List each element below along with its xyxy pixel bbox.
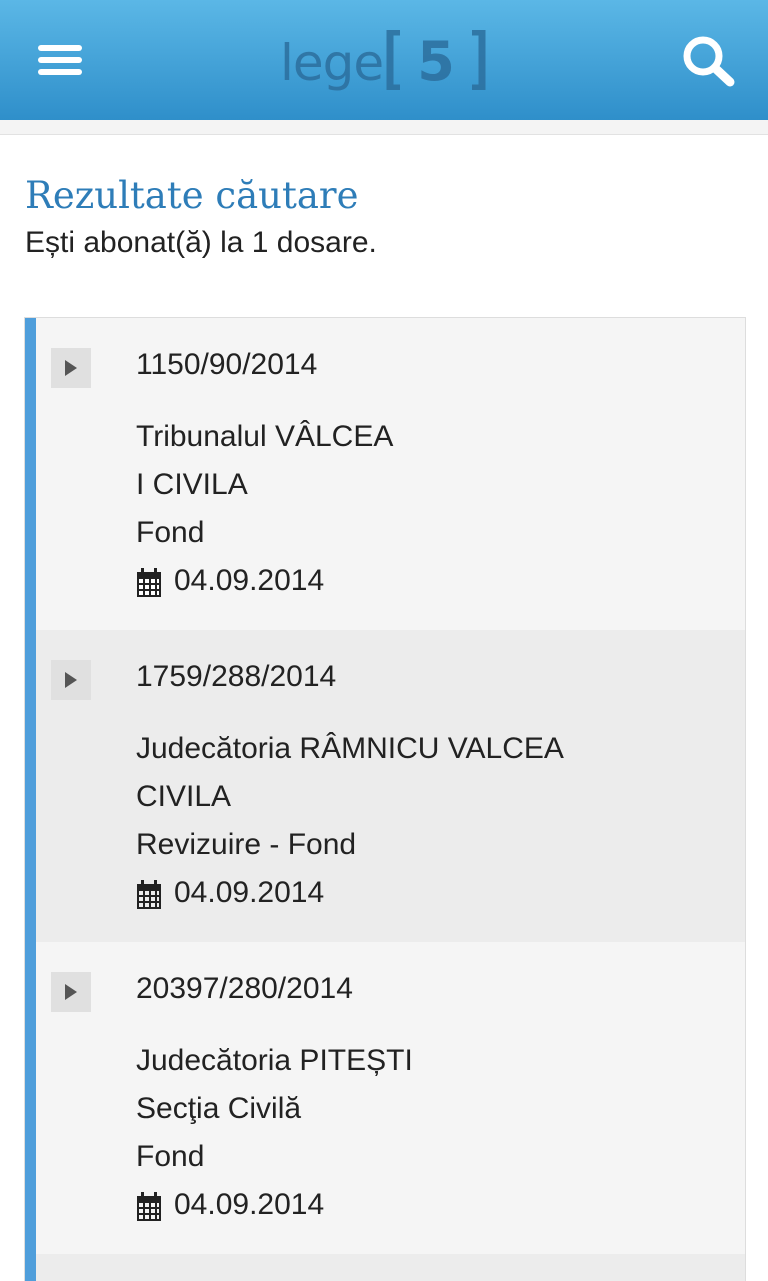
results-list: 1150/90/2014 Tribunalul VÂLCEA I CIVILA … — [24, 317, 746, 1281]
case-court: Tribunalul VÂLCEA — [136, 420, 394, 453]
case-stage: Fond — [136, 1140, 205, 1173]
case-date: 04.09.2014 — [174, 876, 325, 909]
result-item[interactable]: 20397/280/2014 Judecătoria PITEȘTI Secţi… — [36, 942, 745, 1254]
expand-button[interactable] — [51, 660, 91, 700]
result-item[interactable]: 1150/90/2014 Tribunalul VÂLCEA I CIVILA … — [36, 318, 745, 630]
case-number: 1759/288/2014 — [136, 660, 337, 693]
play-arrow-icon — [65, 672, 77, 688]
case-section: CIVILA — [136, 780, 232, 813]
magnifier-icon — [683, 36, 735, 87]
case-section: Secţia Civilă — [136, 1092, 302, 1125]
result-item-partial[interactable] — [36, 1254, 745, 1281]
results-accent-bar — [25, 318, 36, 1281]
search-button[interactable] — [672, 26, 742, 94]
expand-button[interactable] — [51, 348, 91, 388]
page-title: Rezultate căutare — [25, 174, 359, 217]
logo-text: lege — [280, 34, 384, 92]
case-section: I CIVILA — [136, 468, 248, 501]
expand-button[interactable] — [51, 972, 91, 1012]
header-divider — [0, 120, 768, 135]
calendar-icon — [137, 1192, 161, 1221]
case-court: Judecătoria PITEȘTI — [136, 1044, 413, 1077]
play-arrow-icon — [65, 360, 77, 376]
case-number: 20397/280/2014 — [136, 972, 353, 1005]
case-date: 04.09.2014 — [174, 1188, 325, 1221]
logo-bracket-icon: 5 — [386, 30, 486, 90]
calendar-icon — [137, 880, 161, 909]
menu-button[interactable] — [28, 30, 92, 90]
logo-number: 5 — [417, 30, 455, 90]
case-date: 04.09.2014 — [174, 564, 325, 597]
app-header: lege 5 — [0, 0, 768, 120]
case-stage: Revizuire - Fond — [136, 828, 357, 861]
play-arrow-icon — [65, 984, 77, 1000]
calendar-icon — [137, 568, 161, 597]
subscription-text: Ești abonat(ă) la 1 dosare. — [25, 226, 377, 259]
case-stage: Fond — [136, 516, 205, 549]
case-number: 1150/90/2014 — [136, 348, 318, 381]
case-court: Judecătoria RÂMNICU VALCEA — [136, 732, 564, 765]
result-item[interactable]: 1759/288/2014 Judecătoria RÂMNICU VALCEA… — [36, 630, 745, 942]
logo[interactable]: lege 5 — [280, 26, 490, 96]
